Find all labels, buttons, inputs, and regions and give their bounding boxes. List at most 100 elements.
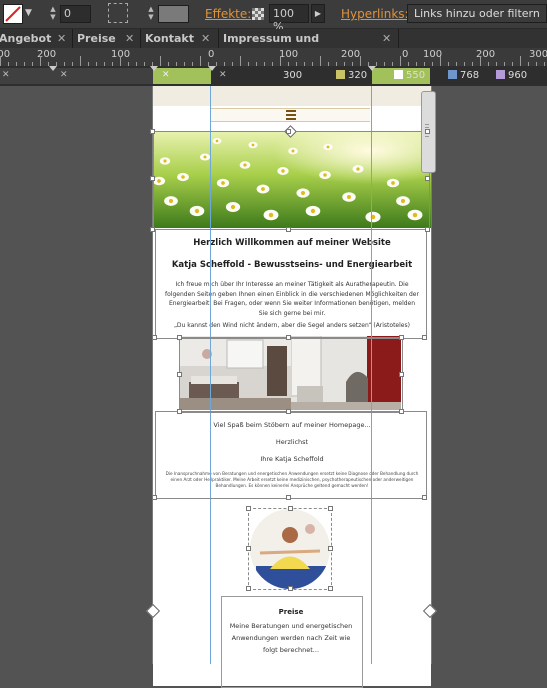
resize-handle[interactable] — [152, 335, 157, 340]
resize-handle[interactable] — [177, 335, 182, 340]
resize-handle[interactable] — [246, 506, 251, 511]
resize-handle[interactable] — [425, 176, 430, 181]
ruler-label: 0 — [402, 49, 409, 60]
ruler-tick — [280, 56, 281, 66]
close-icon[interactable]: ✕ — [125, 29, 134, 48]
resize-handle[interactable] — [246, 586, 251, 591]
close-icon[interactable]: ✕ — [201, 29, 210, 48]
breakpoint-label: 300 — [283, 70, 303, 81]
resize-handle[interactable] — [150, 227, 155, 232]
breakpoint-marker[interactable] — [49, 66, 57, 71]
breakpoint-marker[interactable] — [150, 66, 158, 71]
ruler-label: 200 — [476, 49, 496, 60]
ruler-tick — [360, 56, 361, 66]
breakpoint-550[interactable]: 550 — [394, 68, 425, 84]
hamburger-icon[interactable] — [286, 109, 296, 120]
resize-handle[interactable] — [152, 495, 157, 500]
resize-handle[interactable] — [422, 335, 427, 340]
prices-title: Preise — [278, 608, 304, 616]
resize-handle[interactable] — [286, 227, 291, 232]
breakpoint-range — [0, 68, 153, 84]
opacity-arrow-button[interactable]: ▶ — [311, 4, 325, 23]
resize-handle[interactable] — [425, 129, 430, 134]
stroke-stepper[interactable]: ▲ ▼ — [47, 5, 59, 23]
corner-input[interactable] — [158, 5, 189, 23]
swatch-dropdown-icon[interactable]: ▼ — [25, 8, 32, 18]
resize-handle[interactable] — [286, 409, 291, 414]
resize-handle[interactable] — [177, 409, 182, 414]
resize-handle[interactable] — [150, 176, 155, 181]
no-stroke-icon — [5, 6, 21, 22]
opacity-input[interactable]: 100 % — [269, 4, 309, 33]
resize-handle[interactable] — [286, 495, 291, 500]
fill-stroke-swatch[interactable] — [3, 4, 23, 24]
transparency-icon — [252, 8, 264, 20]
close-icon[interactable]: ✕ — [2, 70, 10, 80]
ruler-label: 200 — [341, 49, 361, 60]
breakpoint-marker[interactable] — [208, 66, 216, 71]
resize-handle[interactable] — [177, 372, 182, 377]
tab-impressum[interactable]: Impressum und Datenschutz ✕ — [219, 29, 399, 64]
resize-handle[interactable] — [288, 506, 293, 511]
breakpoint-320[interactable]: 320 — [336, 68, 367, 84]
resize-handle[interactable] — [246, 546, 251, 551]
top-toolbar: ▼ ▲ ▼ 0 ▲ ▼ Effekte: 100 % ▶ Hyperlinks: L… — [0, 0, 547, 33]
hyperlinks-label[interactable]: Hyperlinks: — [341, 7, 409, 21]
selection-frame-hero[interactable] — [153, 131, 430, 230]
resize-handle[interactable] — [399, 335, 404, 340]
resize-handle[interactable] — [399, 409, 404, 414]
breakpoint-label: 768 — [460, 70, 480, 81]
tab-angebot[interactable]: Angebot ✕ — [0, 29, 73, 48]
resize-handle[interactable] — [150, 129, 155, 134]
close-icon[interactable]: ✕ — [382, 29, 391, 48]
ruler-tick — [320, 56, 321, 66]
resize-handle[interactable] — [328, 546, 333, 551]
hyperlink-filter-input[interactable]: Links hinzu oder filtern — [407, 4, 547, 23]
ruler-tick — [480, 56, 481, 66]
ruler-tick — [200, 56, 201, 66]
ruler-tick — [0, 56, 1, 66]
ruler-tick — [240, 56, 241, 66]
breakpoint-300[interactable]: 300 — [283, 68, 302, 84]
horizontal-ruler[interactable]: 30020010001002000100200300 — [0, 48, 547, 67]
tab-preise[interactable]: Preise ✕ — [73, 29, 141, 48]
resize-handle[interactable] — [422, 495, 427, 500]
tab-kontakt[interactable]: Kontakt ✕ — [141, 29, 219, 48]
selection-frame-photos[interactable] — [179, 337, 403, 413]
prices-text: Meine Beratungen und energetischen Anwen… — [229, 622, 353, 654]
ruler-tick — [400, 56, 401, 66]
resize-handle[interactable] — [425, 227, 430, 232]
resize-handle[interactable] — [288, 586, 293, 591]
ruler-tick — [40, 56, 41, 66]
tab-label: Preise — [77, 32, 116, 45]
close-icon[interactable]: ✕ — [219, 70, 227, 80]
breakpoint-color-swatch — [448, 70, 457, 79]
ruler-tick — [80, 56, 81, 66]
breakpoint-marker[interactable] — [368, 66, 376, 71]
corner-stepper[interactable]: ▲ ▼ — [145, 5, 157, 23]
resize-handle[interactable] — [328, 506, 333, 511]
breakpoint-bar[interactable]: ✕ ✕ ✕ ✕ 300 320 550 768 960 — [0, 66, 547, 86]
ruler-tick — [440, 56, 441, 66]
resize-handle[interactable] — [399, 372, 404, 377]
effects-label[interactable]: Effekte: — [205, 7, 251, 21]
stroke-width-input[interactable]: 0 — [60, 5, 91, 23]
page-tabs: Angebot ✕ Preise ✕ Kontakt ✕ Impressum u… — [0, 29, 547, 64]
ruler-label: 100 — [279, 49, 299, 60]
selection-frame-text[interactable] — [155, 229, 427, 339]
resize-handle[interactable] — [286, 129, 291, 134]
breakpoint-label: 960 — [508, 70, 528, 81]
close-icon[interactable]: ✕ — [57, 29, 66, 48]
close-icon[interactable]: ✕ — [162, 70, 170, 80]
selection-frame-portrait[interactable] — [248, 508, 332, 590]
close-icon[interactable]: ✕ — [60, 70, 68, 80]
frame-corner-icon[interactable] — [108, 3, 128, 23]
resize-handle[interactable] — [286, 335, 291, 340]
ruler-label: 300 — [529, 49, 547, 60]
tab-label: Kontakt — [145, 32, 194, 45]
selection-frame-farewell[interactable] — [155, 411, 427, 499]
breakpoint-768[interactable]: 768 — [448, 68, 479, 84]
resize-handle[interactable] — [328, 586, 333, 591]
breakpoint-960[interactable]: 960 — [496, 68, 527, 84]
ruler-label: 300 — [0, 49, 11, 60]
